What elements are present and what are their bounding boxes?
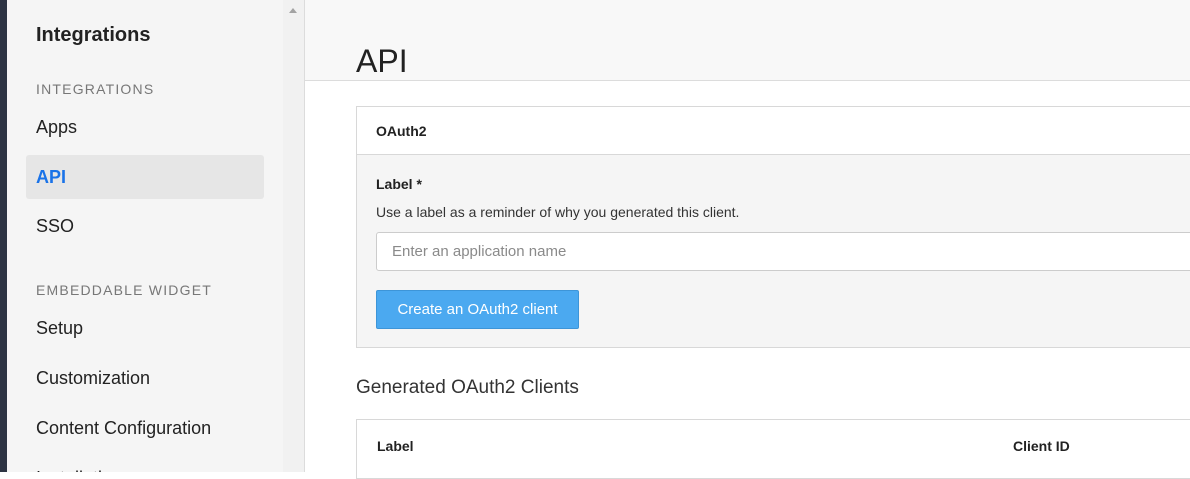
sidebar-item-setup[interactable]: Setup [26,306,264,350]
oauth2-panel: OAuth2 Label * Use a label as a reminder… [356,106,1190,348]
page-title: API [356,43,408,80]
sidebar-item-api[interactable]: API [26,155,264,199]
label-field-help: Use a label as a reminder of why you gen… [376,204,740,220]
sidebar-title: Integrations [36,24,151,46]
sidebar-item-apps[interactable]: Apps [26,105,264,149]
page-header: API [305,0,1190,81]
scroll-up-arrow-icon[interactable] [289,8,297,13]
label-field-label: Label * [376,176,422,192]
sidebar-item-sso[interactable]: SSO [26,204,264,248]
section-header-embeddable-widget: EMBEDDABLE WIDGET [36,282,212,298]
main-content: API OAuth2 Label * Use a label as a remi… [305,0,1190,479]
section-header-integrations: INTEGRATIONS [36,81,155,97]
sidebar-item-customization[interactable]: Customization [26,356,264,400]
column-header-label: Label [377,438,414,454]
app-edge-strip [0,0,7,472]
oauth2-panel-heading: OAuth2 [357,107,1190,155]
column-header-client-id: Client ID [1013,438,1070,454]
clients-table: Label Client ID [356,419,1190,479]
sidebar-item-content-configuration[interactable]: Content Configuration [26,406,264,450]
sidebar-scrollbar[interactable] [283,0,304,472]
create-oauth2-client-button[interactable]: Create an OAuth2 client [376,290,579,329]
generated-clients-heading: Generated OAuth2 Clients [356,377,579,398]
sidebar: Integrations INTEGRATIONS Apps API SSO E… [7,0,283,472]
application-name-input[interactable] [376,232,1190,271]
sidebar-item-installation[interactable]: Installation [26,456,264,473]
